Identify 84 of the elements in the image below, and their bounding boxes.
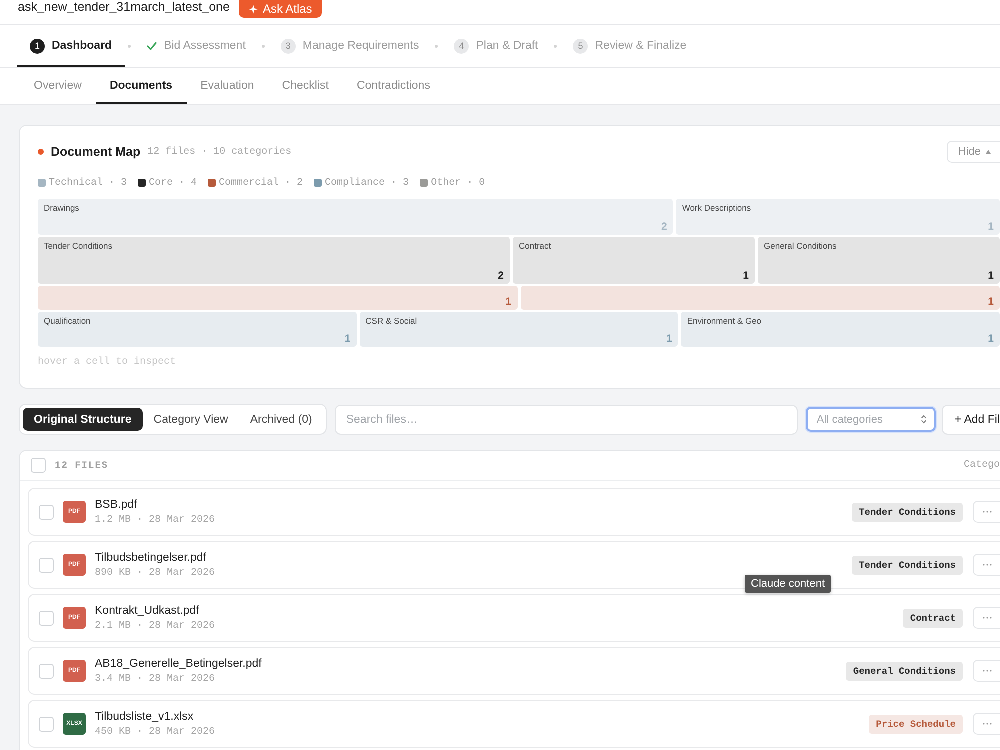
project-title: ask_new_tender_31march_latest_one xyxy=(18,0,230,14)
legend-label: Compliance · 3 xyxy=(325,178,410,188)
tile-label: Tender Conditions xyxy=(44,240,114,250)
file-meta: 3.4 MB · 28 Mar 2026 xyxy=(95,674,216,684)
file-name: Tilbudsliste_v1.xlsx xyxy=(95,710,195,722)
document-map-title: Document Map xyxy=(51,145,141,159)
treemap-tile[interactable]: Qualification 1 xyxy=(38,312,357,347)
category-tag: Tender Conditions xyxy=(852,502,963,522)
checkbox[interactable] xyxy=(39,716,54,732)
tooltip: Claude content xyxy=(745,575,831,593)
category-tag: Price Schedule xyxy=(869,714,963,734)
treemap-tile[interactable]: Environment & Geo 1 xyxy=(681,312,1000,347)
step-number: 3 xyxy=(280,38,296,54)
checkbox[interactable] xyxy=(31,458,46,473)
tile-label: CSR & Social xyxy=(366,316,418,326)
chevrons-up-down-icon xyxy=(920,415,927,424)
checkbox[interactable] xyxy=(39,610,54,626)
legend-label: Technical · 3 xyxy=(49,178,128,188)
view-tab[interactable]: Archived (0) xyxy=(239,408,324,431)
legend-label: Core · 4 xyxy=(149,178,198,188)
treemap-tile[interactable]: General Conditions 1 xyxy=(758,236,1000,284)
tile-count: 1 xyxy=(666,333,672,345)
column-header: Catego xyxy=(964,460,1000,471)
file-meta: 2.1 MB · 28 Mar 2026 xyxy=(95,620,216,632)
tile-count: 1 xyxy=(988,220,994,232)
status-dot-icon xyxy=(38,149,44,155)
tile-count: 2 xyxy=(661,220,668,232)
step-number: 1 xyxy=(30,38,45,54)
treemap-tile[interactable]: CSR & Social 1 xyxy=(360,312,678,347)
search-field[interactable]: Search files… xyxy=(335,404,798,434)
step-number: 4 xyxy=(454,38,470,54)
file-meta: 1.2 MB · 28 Mar 2026 xyxy=(95,514,216,526)
file-count: 12 FILES xyxy=(55,460,109,471)
checkbox[interactable] xyxy=(39,558,54,572)
tile-label: Qualification xyxy=(44,316,92,326)
separator-dot-icon xyxy=(554,44,558,48)
tile-count: 1 xyxy=(743,270,749,282)
more-button[interactable] xyxy=(973,713,1000,735)
tile-count: 1 xyxy=(344,333,351,345)
file-name: BSB.pdf xyxy=(95,498,138,510)
add-file-button[interactable]: + Add Fil xyxy=(942,404,1000,434)
treemap-tile[interactable]: Work Descriptions 1 xyxy=(676,199,1000,234)
document-map-summary: 12 files · 10 categories xyxy=(148,146,292,158)
tile-count: 1 xyxy=(988,296,994,308)
step-number: 5 xyxy=(573,38,588,54)
file-name: Tilbudsbetingelser.pdf xyxy=(95,552,208,564)
treemap-tile[interactable]: Contract 1 xyxy=(513,236,755,284)
tile-count: 1 xyxy=(506,296,512,308)
more-button[interactable] xyxy=(973,501,1000,523)
tile-label: Contract xyxy=(519,240,552,250)
tile-count: 2 xyxy=(498,270,504,282)
caret-up-icon xyxy=(986,150,991,154)
category-tag: General Conditions xyxy=(846,662,963,680)
checkbox[interactable] xyxy=(39,504,54,520)
separator-dot-icon xyxy=(262,44,265,48)
view-tab[interactable]: Original Structure xyxy=(23,408,143,431)
tile-count: 1 xyxy=(988,270,994,282)
tile-label: General Conditions xyxy=(764,240,838,250)
sparkle-icon xyxy=(248,4,258,14)
view-tab[interactable]: Category View xyxy=(142,408,240,431)
treemap-tile[interactable]: Tender Conditions 2 xyxy=(38,236,510,284)
tile-label: Environment & Geo xyxy=(687,316,763,326)
category-tag: Contract xyxy=(903,608,963,628)
file-name: AB18_Generelle_Betingelser.pdf xyxy=(95,658,262,670)
step-tab[interactable]: 1 Dashboard xyxy=(17,25,126,67)
tile-label: Drawings xyxy=(44,203,80,213)
more-button[interactable] xyxy=(973,607,1000,629)
tile-label: Work Descriptions xyxy=(682,203,752,213)
legend-label: Commercial · 2 xyxy=(219,178,304,188)
file-name: Kontrakt_Udkast.pdf xyxy=(95,604,200,616)
legend-label: Other · 0 xyxy=(431,178,486,188)
treemap-tile[interactable]: Drawings 2 xyxy=(38,199,674,234)
treemap-tile[interactable]: 1 xyxy=(520,286,1000,310)
separator-dot-icon xyxy=(128,44,132,48)
hint-text: hover a cell to inspect xyxy=(38,357,176,368)
treemap-tile[interactable]: 1 xyxy=(38,286,518,310)
file-meta: 450 KB · 28 Mar 2026 xyxy=(95,726,216,738)
checkbox[interactable] xyxy=(39,664,54,678)
more-button[interactable] xyxy=(973,660,1000,682)
category-tag: Tender Conditions xyxy=(852,556,963,574)
more-button[interactable] xyxy=(973,554,1000,576)
file-meta: 890 KB · 28 Mar 2026 xyxy=(95,568,216,578)
separator-dot-icon xyxy=(435,44,438,48)
tile-count: 1 xyxy=(988,333,994,345)
